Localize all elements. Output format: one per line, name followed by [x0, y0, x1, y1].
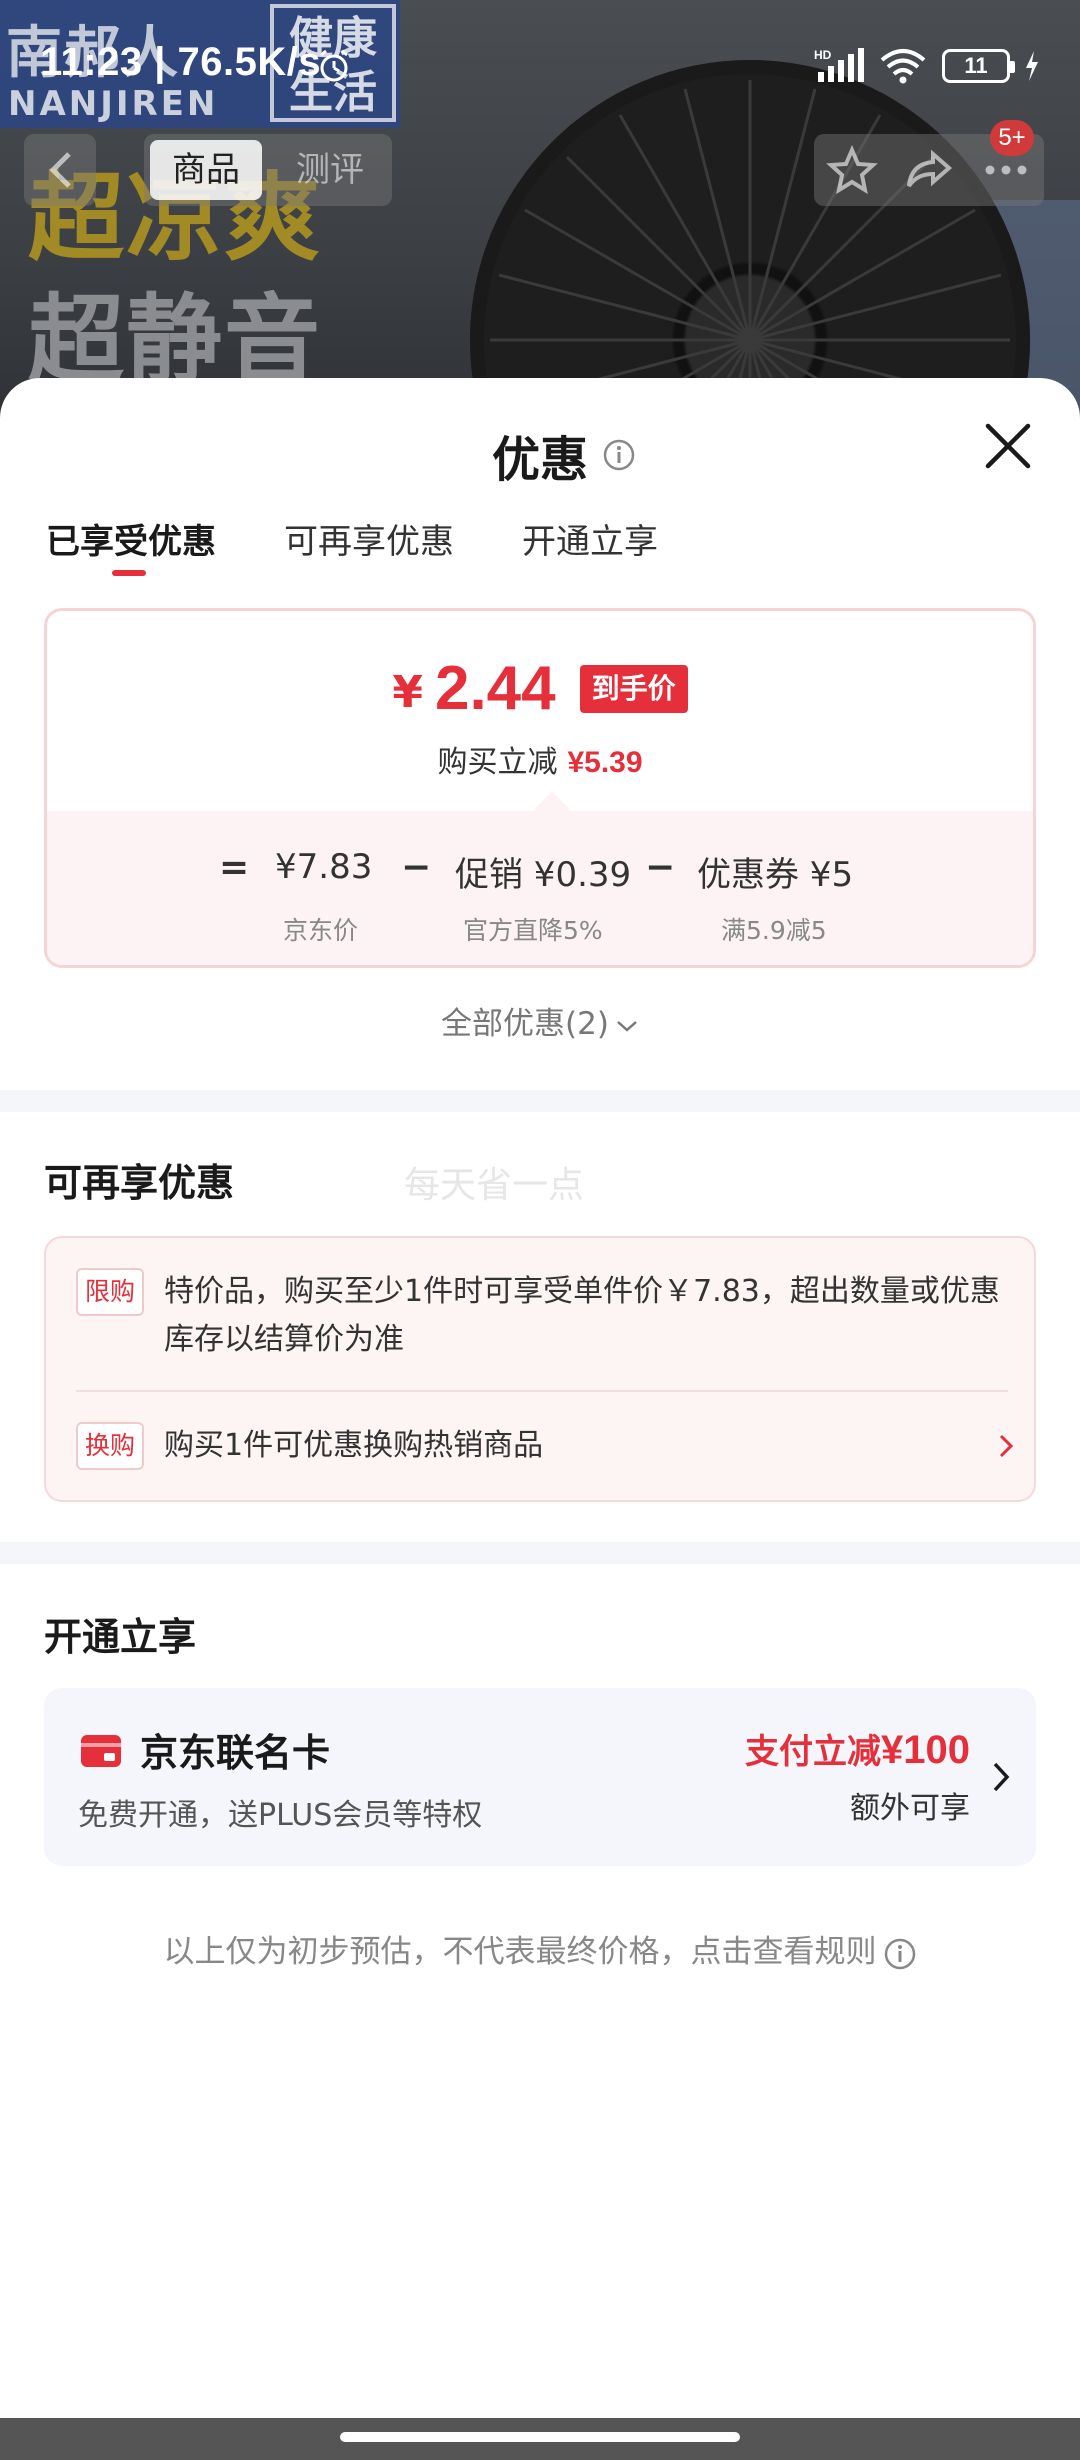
promo-note: 官方直降5% — [463, 916, 603, 945]
screen: 南郝人 NANJIREN 健康生活 超凉爽 超静音 11:23 | 76.5K/… — [0, 0, 1080, 2460]
status-icons: HD 11 — [814, 46, 1040, 86]
formula-notes: 京东价 官方直降5% 满5.9减5 — [47, 911, 1033, 945]
price-summary: ¥ 2.44 到手价 购买立减 ¥5.39 — [47, 611, 1033, 811]
chevron-right-icon — [999, 1434, 1014, 1458]
sheet-title-group: 优惠 — [492, 420, 636, 490]
offer-text-limited: 特价品，购买至少1件时可享受单件价￥7.83，超出数量或优惠库存以结算价为准 — [164, 1274, 1000, 1357]
card-description: 免费开通，送PLUS会员等特权 — [78, 1798, 483, 1833]
co-branded-card-offer[interactable]: 京东联名卡 免费开通，送PLUS会员等特权 支付立减¥100 额外可享 — [44, 1688, 1036, 1866]
base-price: ¥7.83 — [275, 847, 373, 887]
section-divider-2 — [0, 1542, 1080, 1564]
offer-item-limited: 限购 特价品，购买至少1件时可享受单件价￥7.83，超出数量或优惠库存以结算价为… — [76, 1268, 1016, 1368]
sheet-header: 优惠 — [0, 378, 1080, 518]
card-promo-amount: ¥100 — [881, 1728, 970, 1772]
clock-text: 11:23 — [40, 40, 143, 84]
more-offers-title: 可再享优惠 — [44, 1161, 235, 1205]
equals-sign: = — [219, 847, 250, 888]
base-price-note: 京东价 — [283, 916, 359, 945]
network-speed: 76.5K/s — [177, 40, 322, 84]
tab-enjoyed-offers[interactable]: 已享受优惠 — [46, 514, 216, 576]
offers-sheet: 优惠 已享受优惠 可再享优惠 开通立享 ¥ 2.44 到手价 购买立减 ¥5.3… — [0, 378, 1080, 2420]
card-extra: 额外可享 — [850, 1791, 970, 1826]
product-tabs: 商品 测评 — [144, 134, 392, 206]
message-badge: 5+ — [990, 120, 1034, 156]
coupon-discount: 优惠券 ¥5 — [697, 855, 854, 895]
more-offers-card: 限购 特价品，购买至少1件时可享受单件价￥7.83，超出数量或优惠库存以结算价为… — [44, 1236, 1036, 1502]
credit-card-icon — [81, 1735, 121, 1767]
tab-enjoyed-label: 已享受优惠 — [46, 522, 216, 562]
info-icon — [884, 1938, 915, 1969]
info-icon[interactable] — [602, 438, 636, 472]
alarm-icon — [320, 49, 348, 82]
minus-sign-2: − — [645, 847, 676, 888]
tab-more-label: 可再享优惠 — [284, 522, 454, 562]
hd-label: HD — [814, 48, 832, 62]
wifi-icon — [880, 49, 926, 84]
status-time: 11:23 | 76.5K/s — [40, 40, 321, 85]
final-price-card: ¥ 2.44 到手价 购买立减 ¥5.39 = ¥7.83 − 促销 ¥0.39 … — [44, 608, 1036, 968]
status-separator: | — [154, 40, 178, 84]
card-promo-prefix: 支付立减 — [745, 1732, 882, 1772]
watermark-text: 每天省一点 — [404, 1165, 585, 1206]
final-price-value: 2.44 — [434, 654, 556, 723]
tab-more-offers[interactable]: 可再享优惠 — [284, 514, 454, 574]
saving-label: 购买立减 — [437, 745, 558, 780]
offer-tabs: 已享受优惠 可再享优惠 开通立享 — [46, 514, 658, 576]
saving-value: ¥5.39 — [567, 746, 643, 779]
disclaimer-text: 以上仅为初步预估，不代表最终价格，点击查看规则 — [163, 1934, 877, 1970]
active-tab-indicator — [112, 570, 146, 576]
price-breakdown: = ¥7.83 − 促销 ¥0.39 − 优惠券 ¥5 京东价 官方直降5% 满… — [47, 811, 1033, 965]
chevron-down-icon — [617, 1020, 637, 1032]
chevron-right-icon — [993, 1762, 1010, 1792]
saving-line: 购买立减 ¥5.39 — [47, 737, 1033, 781]
coupon-note: 满5.9减5 — [721, 916, 827, 945]
offer-tag-limited: 限购 — [76, 1268, 144, 1316]
sheet-title: 优惠 — [492, 432, 589, 488]
battery-icon: 11 — [942, 49, 1015, 83]
favorite-star-icon[interactable] — [826, 144, 879, 196]
currency-symbol: ¥ — [392, 667, 423, 718]
card-promo-line: 支付立减¥100 — [745, 1724, 970, 1773]
tab-product[interactable]: 商品 — [150, 140, 262, 200]
offer-tag-exchange: 换购 — [76, 1422, 144, 1470]
section-divider-1 — [0, 1090, 1080, 1112]
product-top-nav: 商品 测评 5+ — [0, 120, 1080, 210]
signal-icon: HD — [814, 48, 864, 82]
all-offers-label: 全部优惠(2) — [441, 1006, 609, 1042]
product-actions: 5+ — [814, 120, 1044, 206]
offer-item-exchange[interactable]: 换购 购买1件可优惠换购热销商品 — [76, 1422, 1016, 1472]
card-name: 京东联名卡 — [140, 1731, 331, 1775]
system-nav-bar — [0, 2418, 1080, 2460]
tab-open-now[interactable]: 开通立享 — [522, 514, 658, 574]
all-offers-toggle[interactable]: 全部优惠(2) — [0, 998, 1080, 1043]
back-arrow-icon — [49, 152, 71, 188]
close-icon[interactable] — [980, 418, 1036, 474]
offer-separator — [76, 1390, 1008, 1392]
charging-icon — [1026, 51, 1038, 81]
promo-discount: 促销 ¥0.39 — [455, 855, 632, 895]
final-price-tag: 到手价 — [579, 665, 688, 713]
share-icon[interactable] — [903, 144, 955, 196]
final-price: ¥ 2.44 到手价 — [47, 655, 1033, 723]
disclaimer[interactable]: 以上仅为初步预估，不代表最终价格，点击查看规则 — [0, 1926, 1080, 1971]
offer-text-exchange: 购买1件可优惠换购热销商品 — [164, 1428, 544, 1463]
card-promo: 支付立减¥100 额外可享 — [745, 1724, 970, 1827]
tab-open-label: 开通立享 — [522, 522, 658, 562]
minus-sign-1: − — [401, 847, 432, 888]
open-now-title: 开通立享 — [44, 1615, 197, 1659]
home-indicator[interactable] — [340, 2432, 740, 2442]
price-formula: = ¥7.83 − 促销 ¥0.39 − 优惠券 ¥5 — [47, 847, 1033, 897]
tab-review[interactable]: 测评 — [274, 140, 386, 200]
back-button[interactable] — [24, 134, 96, 206]
status-bar: 11:23 | 76.5K/s HD 11 — [0, 0, 1080, 130]
